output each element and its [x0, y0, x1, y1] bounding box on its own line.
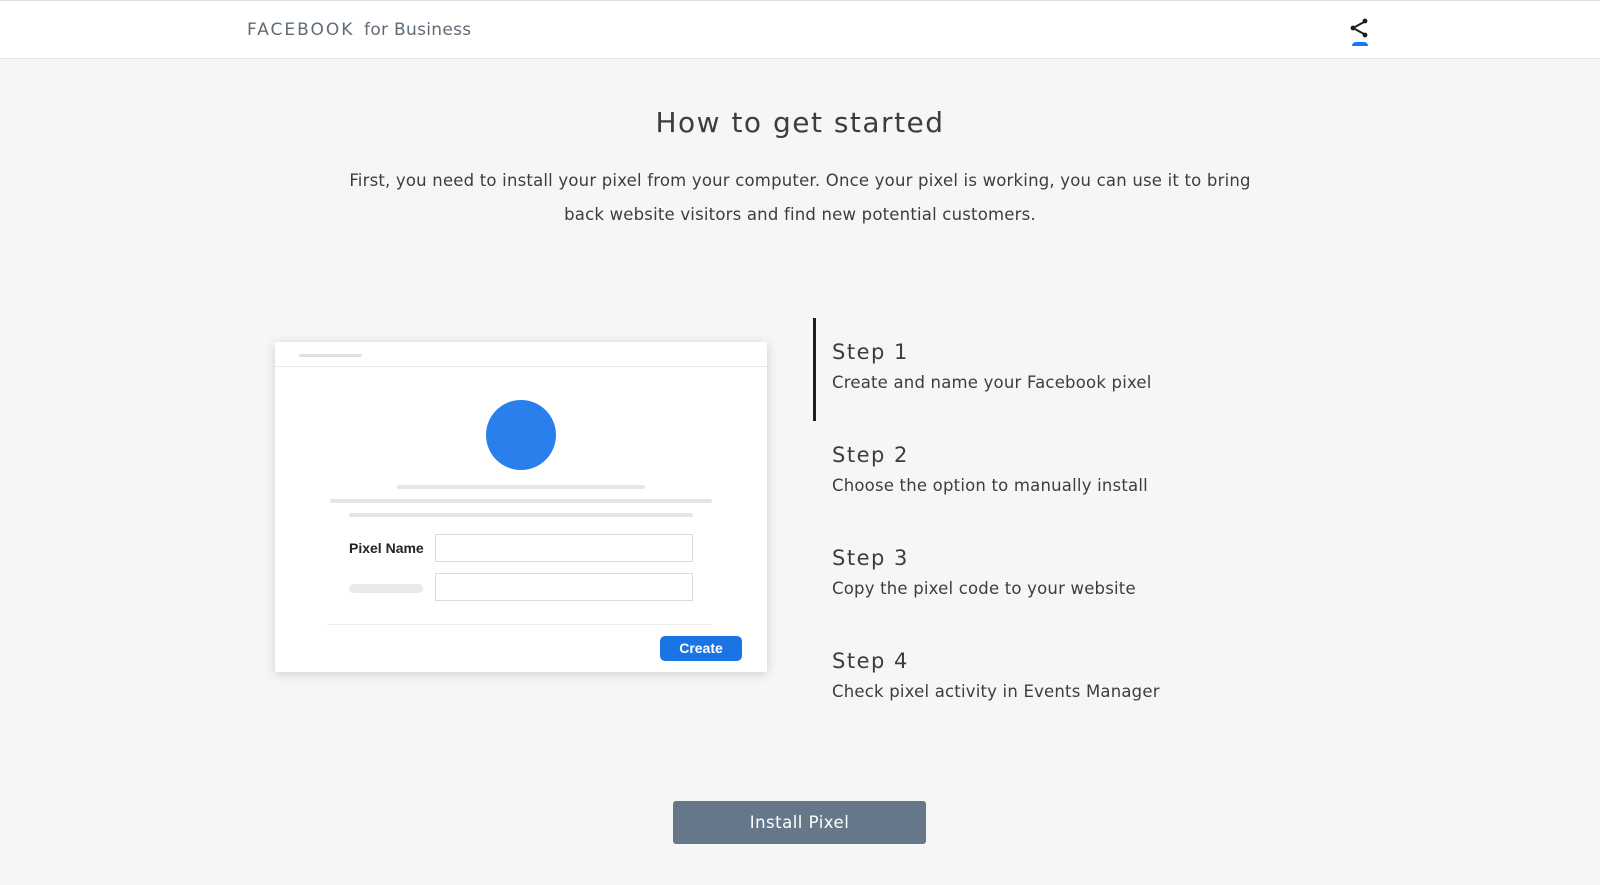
brand-name: FACEBOOK [247, 20, 355, 40]
illustration-create-button: Create [660, 636, 742, 661]
illustration-pixel-name-field [435, 534, 693, 562]
illustration-line [330, 499, 712, 503]
step-title: Step 2 [832, 443, 909, 467]
step-4[interactable]: Step 4 Check pixel activity in Events Ma… [813, 627, 1233, 730]
step-1[interactable]: Step 1 Create and name your Facebook pix… [813, 318, 1233, 421]
illustration-divider [327, 624, 712, 625]
illustration-secondary-field [435, 573, 693, 601]
brand-logo[interactable]: FACEBOOK for Business [247, 20, 471, 40]
step-description: Create and name your Facebook pixel [832, 373, 1152, 392]
step-title: Step 3 [832, 546, 909, 570]
top-header: FACEBOOK for Business [0, 0, 1600, 59]
share-active-indicator [1352, 42, 1368, 46]
share-icon [1350, 18, 1368, 38]
step-title: Step 1 [832, 340, 909, 364]
illustration-avatar [486, 400, 556, 470]
page-title: How to get started [655, 106, 945, 139]
pixel-name-label: Pixel Name [349, 540, 424, 556]
illustration-topbar-line [299, 354, 362, 357]
step-description: Check pixel activity in Events Manager [832, 682, 1160, 701]
illustration-line [349, 513, 693, 517]
step-title: Step 4 [832, 649, 909, 673]
install-pixel-button[interactable]: Install Pixel [673, 801, 926, 844]
illustration-label-placeholder [349, 584, 423, 593]
brand-subtitle: for Business [364, 20, 472, 40]
pixel-setup-illustration: Pixel Name Create [275, 342, 767, 672]
page: FACEBOOK for Business How to get started… [0, 0, 1600, 885]
illustration-topbar [275, 342, 767, 367]
steps-list: Step 1 Create and name your Facebook pix… [813, 318, 1233, 730]
illustration-line [397, 485, 645, 489]
intro-description: First, you need to install your pixel fr… [349, 171, 1251, 224]
step-2[interactable]: Step 2 Choose the option to manually ins… [813, 421, 1233, 524]
step-3[interactable]: Step 3 Copy the pixel code to your websi… [813, 524, 1233, 627]
step-description: Choose the option to manually install [832, 476, 1148, 495]
step-description: Copy the pixel code to your website [832, 579, 1136, 598]
